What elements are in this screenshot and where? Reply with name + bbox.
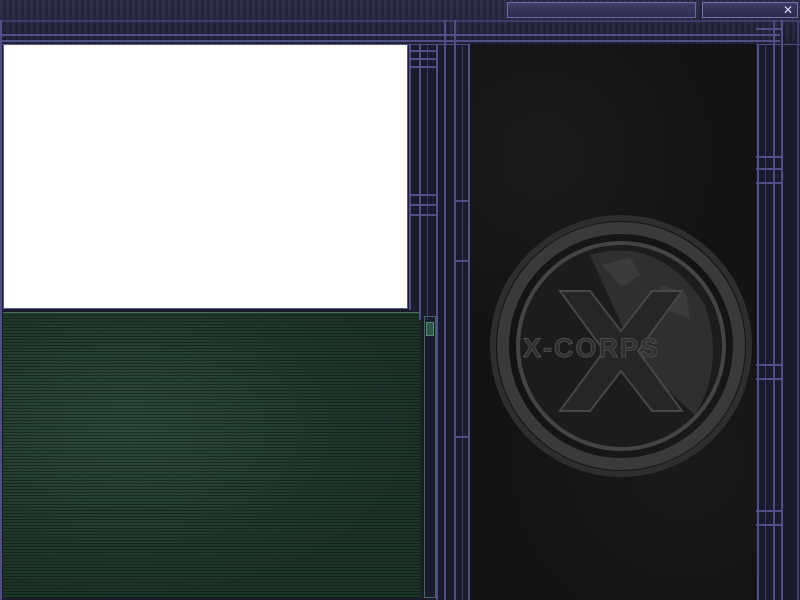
frame-tick [756,168,782,170]
x-corps-logo-text: X-CORPS [523,333,661,364]
frame-rail [0,34,780,36]
frame-rail [468,44,470,600]
frame-tick [456,260,468,262]
frame-tick [410,66,436,68]
frame-rail [444,20,446,600]
frame-tick [410,204,436,206]
frame-tick [410,50,436,52]
frame-tick [410,194,436,196]
frame-rail [419,44,421,320]
list-scrollbar[interactable] [424,316,436,598]
title-field [507,2,696,18]
frame-rail [0,20,800,22]
list-scrollbar-handle[interactable] [426,322,434,336]
frame-rail [757,44,759,600]
frame-rail [773,20,775,600]
frame-tick [756,182,782,184]
frame-tick [756,28,782,30]
frame-tick [410,58,436,60]
item-list-panel[interactable] [3,312,421,598]
frame-tick [456,436,468,438]
frame-rail [409,44,411,310]
frame-rail [0,40,780,42]
frame-rail [797,20,799,600]
frame-tick [756,510,782,512]
frame-rail [454,20,456,600]
frame-tick [756,378,782,380]
frame-tick [756,156,782,158]
frame-rail [436,44,438,600]
frame-rail [765,44,766,600]
close-button[interactable]: ✕ [780,3,796,17]
frame-tick [756,524,782,526]
frame-rail [462,44,463,600]
frame-tick [456,200,468,202]
frame-rail [0,20,2,600]
frame-tick [756,364,782,366]
detail-panel [3,44,408,309]
frame-tick [410,214,436,216]
frame-rail [781,20,783,600]
frame-rail [427,44,428,320]
